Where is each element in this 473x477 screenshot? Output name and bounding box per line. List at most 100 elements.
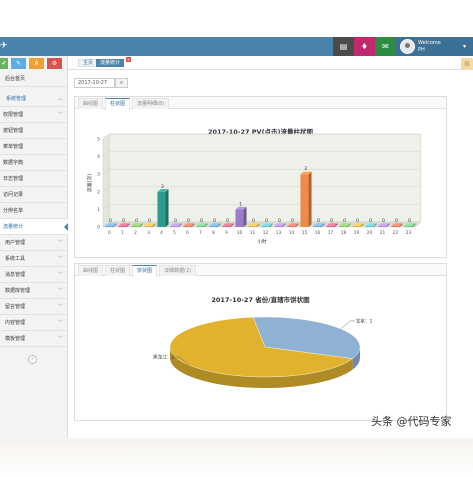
bar-front xyxy=(183,225,192,227)
x-tick-label: 23 xyxy=(406,230,412,236)
tab-traffic-detail[interactable]: 流量明细(8) xyxy=(132,98,170,109)
top-navbar: ✈ ▤ ♦ ✉ Welcome PH ▾ xyxy=(0,37,473,56)
y-tick-label: 5 xyxy=(97,137,100,143)
chart-side-wall xyxy=(102,133,110,228)
x-tick-label: 8 xyxy=(212,230,215,236)
x-tick-label: 10 xyxy=(237,230,243,236)
data-label: 0 xyxy=(226,218,229,224)
data-label: 0 xyxy=(122,218,125,224)
bar-front xyxy=(196,225,205,227)
sidebar-item-messages[interactable]: 消息管理 ﹀ xyxy=(0,267,68,283)
chevron-down-icon: ﹀ xyxy=(58,256,64,262)
monitor-icon[interactable]: ▤ xyxy=(333,37,354,56)
bar-front xyxy=(235,209,244,227)
sidebar-item-access-records[interactable]: 访问记录 xyxy=(0,187,68,203)
bar-side xyxy=(165,189,169,227)
bar-front xyxy=(391,225,400,227)
chart-tabs: 曲线图 柱状图 流量明细(8) xyxy=(75,97,446,110)
data-label: 0 xyxy=(317,218,320,224)
pie-chart-panel: 曲线图 柱状图 饼状图 详细数据(2) 2017-10-27 省份/直辖市饼状图… xyxy=(74,263,447,421)
x-tick-label: 19 xyxy=(354,230,360,236)
x-tick-label: 1 xyxy=(121,230,124,236)
bar xyxy=(157,189,169,227)
x-tick-label: 2 xyxy=(134,230,137,236)
x-tick-label: 18 xyxy=(341,230,347,236)
tab-line-chart[interactable]: 曲线图 xyxy=(78,98,104,109)
sidebar-item-content[interactable]: 内容管理 ﹀ xyxy=(0,315,68,331)
search-icon: ⌕ xyxy=(119,79,124,86)
bar-front xyxy=(222,225,231,227)
envelope-icon[interactable]: ✉ xyxy=(375,37,396,56)
sidebar-item-users[interactable]: 用户管理 ﹀ xyxy=(0,235,68,251)
bell-icon[interactable]: ♦ xyxy=(354,37,375,56)
tab-line-chart[interactable]: 曲线图 xyxy=(78,265,104,276)
gear-icon[interactable]: ⚙ xyxy=(461,58,473,70)
x-tick-label: 3 xyxy=(147,230,150,236)
data-label: 0 xyxy=(109,218,112,224)
chevron-down-icon: ﹀ xyxy=(58,240,64,246)
shortcut-check-button[interactable]: ✔ xyxy=(0,58,8,69)
paper-plane-icon[interactable]: ✈ xyxy=(0,40,8,52)
watermark: 头条 @代码专家 xyxy=(371,415,452,428)
chart-tabs: 曲线图 柱状图 饼状图 详细数据(2) xyxy=(75,264,446,277)
collapse-sidebar-button[interactable]: « xyxy=(28,355,37,364)
sidebar-item-permission[interactable]: 权限管理 ﹀ xyxy=(0,107,68,123)
bar-front xyxy=(131,225,140,227)
shortcut-settings-button[interactable]: ⚙ xyxy=(47,58,62,69)
sidebar-item-comments[interactable]: 留言管理 ﹀ xyxy=(0,299,68,315)
x-tick-label: 7 xyxy=(199,230,202,236)
sidebar-item-blacklist[interactable]: 分辨名单 xyxy=(0,203,68,219)
avatar xyxy=(400,39,415,54)
data-label: 0 xyxy=(356,218,359,224)
sidebar-item-buttons[interactable]: 按钮管理 xyxy=(0,123,68,139)
y-tick-label: 1 xyxy=(97,207,100,213)
x-tick-label: 11 xyxy=(250,230,256,236)
data-label: 0 xyxy=(369,218,372,224)
data-label: 0 xyxy=(278,218,281,224)
tab-bar-chart[interactable]: 柱状图 xyxy=(105,265,131,276)
page-bottom-fade xyxy=(0,438,473,477)
user-menu[interactable]: Welcome PH ▾ xyxy=(396,37,473,56)
chevron-down-icon: ﹀ xyxy=(58,272,64,278)
sidebar-item-dictionary[interactable]: 数据字典 xyxy=(0,155,68,171)
sidebar-item-traffic-stats[interactable]: 流量统计 xyxy=(0,219,68,235)
sidebar-item-templates[interactable]: 模板管理 ﹀ xyxy=(0,331,68,347)
breadcrumb-home[interactable]: 主页 xyxy=(78,59,99,67)
tab-pie-chart[interactable]: 饼状图 xyxy=(132,265,158,277)
bar xyxy=(235,206,247,227)
data-label: 2 xyxy=(161,184,164,190)
breadcrumb-current[interactable]: 流量统计 xyxy=(96,59,125,67)
chevron-down-icon: ﹀ xyxy=(58,112,64,118)
data-label: 0 xyxy=(395,218,398,224)
data-label: 0 xyxy=(343,218,346,224)
sidebar-item-logs[interactable]: 日志管理 xyxy=(0,171,68,187)
tab-detail-data[interactable]: 详细数据(2) xyxy=(159,265,197,276)
sidebar-item-system[interactable]: 系统管理 ︿ xyxy=(0,91,68,107)
sidebar-item-system-tools[interactable]: 系统工具 ﹀ xyxy=(0,251,68,267)
chevron-down-icon: ﹀ xyxy=(58,320,64,326)
sidebar-item-database[interactable]: 数据库管理 ﹀ xyxy=(0,283,68,299)
bar-front xyxy=(248,225,257,227)
bar-chart-panel: 曲线图 柱状图 流量明细(8) 2017-10-27 PV(点击)流量柱状图 0… xyxy=(74,96,447,258)
close-icon[interactable]: × xyxy=(126,57,131,62)
bar-front xyxy=(170,225,179,227)
x-tick-label: 13 xyxy=(276,230,282,236)
sidebar-item-menus[interactable]: 菜单管理 xyxy=(0,139,68,155)
date-input[interactable]: 2017-10-27 xyxy=(74,78,115,88)
bar-chart: 0123450001020324050607080911001101201301… xyxy=(86,133,422,245)
data-label: 0 xyxy=(291,218,294,224)
x-tick-label: 5 xyxy=(173,230,176,236)
data-label: 0 xyxy=(408,218,411,224)
x-tick-label: 0 xyxy=(108,230,111,236)
shortcut-edit-button[interactable]: ✎ xyxy=(11,58,26,69)
data-label: 0 xyxy=(252,218,255,224)
bar-side xyxy=(243,206,247,227)
sidebar: ✔ ✎ A ⚙ 后台首页 系统管理 ︿ 权限管理 ﹀ 按钮管理 菜单管理 数据字典 … xyxy=(0,56,68,438)
sidebar-item-home[interactable]: 后台首页 xyxy=(0,71,68,87)
x-tick-label: 9 xyxy=(225,230,228,236)
x-tick-label: 12 xyxy=(263,230,269,236)
shortcut-text-button[interactable]: A xyxy=(29,58,44,69)
search-button[interactable]: ⌕ xyxy=(115,78,128,88)
pie-slice-label: 黑龙江：2 xyxy=(153,354,174,361)
x-tick-label: 15 xyxy=(302,230,308,236)
